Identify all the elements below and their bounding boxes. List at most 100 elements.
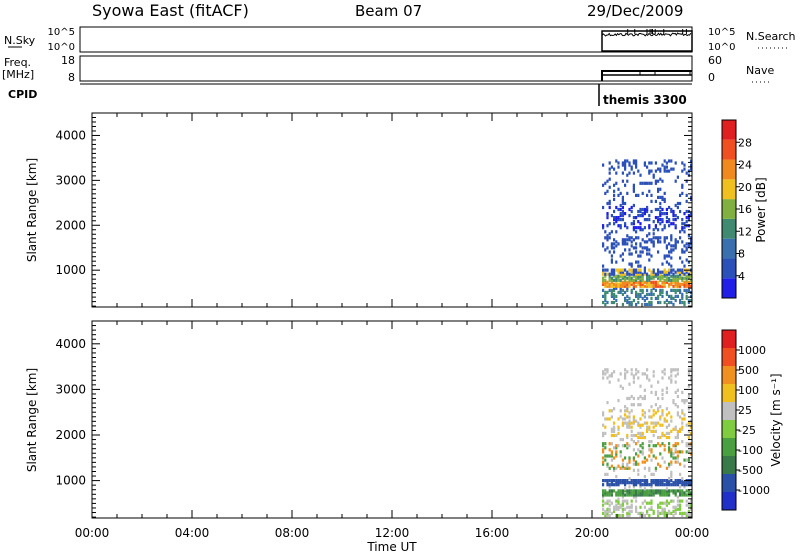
data-cell [665, 487, 668, 491]
data-cell [628, 415, 631, 419]
data-cell [674, 224, 677, 228]
data-cell [615, 181, 618, 185]
data-cell [670, 479, 673, 483]
data-cell [652, 433, 655, 438]
data-cell [648, 268, 651, 272]
data-cell [602, 242, 605, 246]
data-cell [652, 240, 655, 244]
data-cell [604, 431, 607, 435]
data-cell [659, 167, 662, 171]
data-cell [608, 282, 611, 286]
data-cell [615, 491, 618, 495]
data-cell [628, 481, 631, 485]
data-cell [626, 270, 629, 274]
data-cell [604, 501, 607, 505]
data-cell [668, 446, 671, 450]
data-cell [608, 199, 611, 203]
data-cell [676, 268, 679, 272]
data-cell [650, 499, 653, 503]
data-cell [630, 499, 633, 503]
colorbar-swatch [722, 330, 736, 348]
data-cell [632, 238, 635, 242]
data-cell [672, 427, 675, 431]
data-cell [668, 489, 671, 493]
data-cell [663, 224, 666, 228]
data-cell [674, 380, 677, 384]
data-cell [646, 509, 649, 513]
data-cell [624, 368, 627, 372]
colorbar-swatch [722, 456, 736, 474]
data-cell [641, 450, 644, 454]
colorbar-tick-label: 28 [738, 136, 752, 149]
data-cell [670, 264, 673, 268]
data-cell [632, 456, 635, 460]
data-cell [624, 499, 627, 503]
data-cell [665, 270, 668, 274]
data-cell [650, 421, 653, 425]
data-cell [683, 300, 686, 305]
velocity-xticks [91, 321, 693, 518]
data-cell [668, 169, 671, 173]
data-cell [674, 294, 677, 298]
data-cell [685, 511, 688, 515]
data-cell [637, 472, 640, 476]
data-cell [639, 417, 642, 421]
data-cell [610, 511, 613, 515]
data-cell [628, 248, 631, 252]
data-cell [602, 224, 605, 228]
data-cell [630, 421, 633, 425]
data-cell [661, 195, 664, 199]
data-cell [626, 179, 629, 183]
data-cell [615, 274, 618, 278]
data-cell [674, 448, 677, 452]
data-cell [668, 509, 671, 513]
xtick-label: 16:00 [475, 526, 510, 540]
data-cell [606, 272, 609, 276]
nsky-label: N.Sky [4, 34, 36, 47]
data-cell [613, 167, 616, 171]
data-cell [613, 489, 616, 493]
data-cell [606, 454, 609, 458]
data-cell [648, 507, 651, 511]
data-cell [681, 477, 684, 481]
data-cell [650, 193, 653, 197]
data-cell [683, 491, 686, 495]
data-cell [606, 290, 609, 294]
power-colorbar: 28 24 20 16 12 8 4 [721, 119, 752, 299]
data-cell [676, 442, 679, 446]
data-cell [628, 456, 631, 460]
data-cell [628, 171, 631, 175]
data-cell [635, 193, 638, 197]
data-cell [648, 513, 651, 518]
data-cell [628, 466, 631, 470]
data-cell [661, 431, 664, 435]
data-cell [621, 513, 624, 518]
data-cell [626, 442, 629, 446]
data-cell [661, 456, 664, 460]
data-cell [672, 481, 675, 485]
data-cell [668, 501, 671, 505]
data-cell [674, 456, 677, 460]
data-cell [659, 423, 662, 427]
data-cell [635, 246, 638, 250]
data-cell [685, 442, 688, 446]
data-cell [650, 440, 653, 444]
data-cell [643, 294, 646, 298]
data-cell [681, 440, 684, 444]
data-cell [626, 499, 629, 503]
data-cell [676, 460, 679, 464]
data-cell [615, 450, 618, 454]
data-cell [657, 280, 660, 284]
data-cell [610, 415, 613, 419]
data-cell [639, 268, 642, 272]
data-cell [632, 374, 635, 378]
data-cell [613, 292, 616, 296]
data-cell [632, 203, 635, 208]
data-cell [637, 169, 640, 173]
data-cell [663, 212, 666, 216]
data-cell [621, 179, 624, 183]
data-cell [681, 161, 684, 165]
data-cell [654, 429, 657, 433]
data-cell [650, 181, 653, 185]
data-cell [641, 228, 644, 232]
